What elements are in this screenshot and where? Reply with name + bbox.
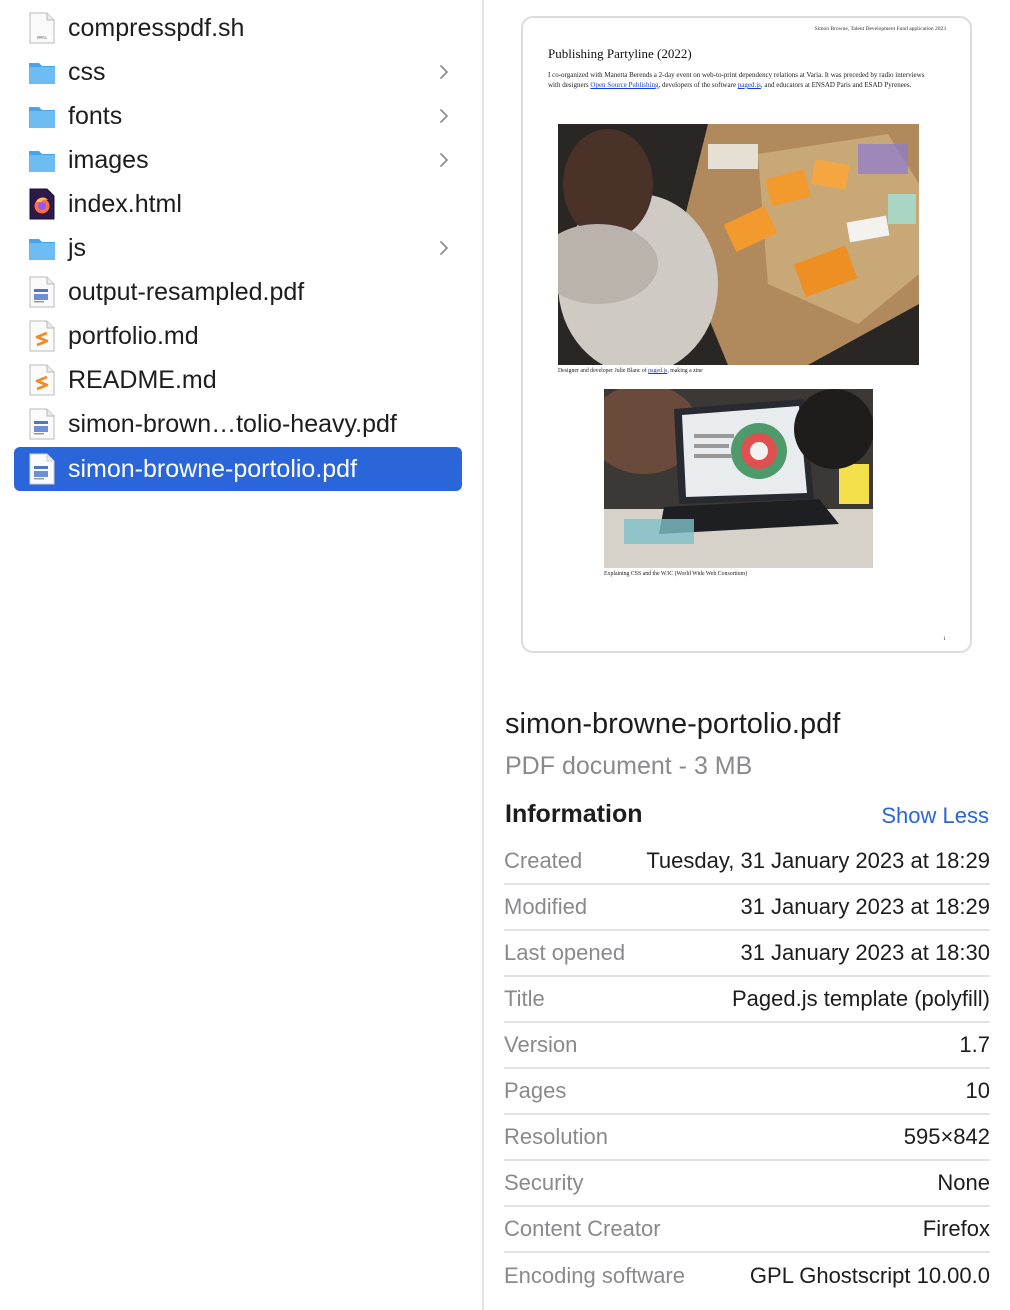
folder-icon (29, 151, 55, 172)
file-name: images (68, 146, 149, 174)
file-name: js (68, 234, 87, 262)
zine-making-photo (558, 124, 919, 365)
file-row-portfolio-heavy-pdf[interactable]: simon-brown…tolio-heavy.pdf (14, 402, 462, 446)
folder-icon (29, 239, 55, 260)
svg-text:SHELL: SHELL (37, 36, 48, 40)
show-less-button[interactable]: Show Less (881, 803, 989, 829)
metadata-key: Encoding software (504, 1263, 685, 1288)
pdf-section-title: Publishing Partyline (2022) (548, 46, 692, 61)
file-row-portolio-pdf-selected[interactable]: simon-browne-portolio.pdf (14, 447, 462, 491)
chevron-right-icon[interactable] (436, 149, 452, 171)
metadata-row-title: Title Paged.js template (polyfill) (504, 977, 990, 1023)
metadata-key: Security (504, 1170, 584, 1195)
file-name: README.md (68, 366, 217, 394)
info-kind-size: PDF document - 3 MB (505, 752, 753, 780)
metadata-value: 595×842 (903, 1124, 990, 1149)
chevron-right-icon[interactable] (436, 237, 452, 259)
metadata-key: Version (504, 1032, 578, 1057)
laptop-presentation-photo (604, 389, 873, 568)
metadata-value: Firefox (922, 1216, 990, 1241)
file-row-portfolio-md[interactable]: portfolio.md (14, 314, 462, 358)
pdf-file-icon (29, 408, 55, 440)
file-row-images[interactable]: images (14, 138, 462, 182)
photo-caption: Designer and developer Julie Blanc of pa… (558, 368, 703, 374)
metadata-row-last-opened: Last opened 31 January 2023 at 18:30 (504, 931, 990, 977)
firefox-html-icon (29, 188, 55, 220)
metadata-value: 1.7 (959, 1032, 990, 1057)
metadata-row-content-creator: Content Creator Firefox (504, 1207, 990, 1253)
metadata-key: Pages (504, 1078, 567, 1103)
metadata-row-created: Created Tuesday, 31 January 2023 at 18:2… (504, 839, 990, 885)
pdf-file-icon (29, 453, 55, 485)
metadata-key: Content Creator (504, 1216, 661, 1241)
metadata-value: 31 January 2023 at 18:30 (740, 940, 990, 965)
metadata-row-resolution: Resolution 595×842 (504, 1115, 990, 1161)
file-name: compresspdf.sh (68, 14, 245, 42)
chevron-right-icon[interactable] (436, 61, 452, 83)
file-name: simon-brown…tolio-heavy.pdf (68, 410, 397, 438)
pdf-link-osp: Open Source Publishing (590, 81, 659, 89)
file-row-css[interactable]: css (14, 50, 462, 94)
file-name: output-resampled.pdf (68, 278, 305, 306)
metadata-value: Tuesday, 31 January 2023 at 18:29 (646, 848, 990, 873)
metadata-value: GPL Ghostscript 10.00.0 (749, 1263, 990, 1288)
metadata-row-security: Security None (504, 1161, 990, 1207)
folder-icon (29, 63, 55, 84)
file-list: SHELL compresspdf.sh css fonts images in… (0, 0, 482, 1310)
metadata-value: None (937, 1170, 990, 1195)
pdf-running-header: Simon Browne, Talent Development Fund ap… (814, 26, 946, 32)
pane-divider[interactable] (482, 0, 484, 1310)
metadata-key: Created (504, 848, 583, 873)
metadata-row-modified: Modified 31 January 2023 at 18:29 (504, 885, 990, 931)
file-name: css (68, 58, 106, 86)
file-name: simon-browne-portolio.pdf (68, 455, 358, 483)
metadata-key: Title (504, 986, 545, 1011)
file-row-js[interactable]: js (14, 226, 462, 270)
file-name: index.html (68, 190, 182, 218)
file-row-output-resampled[interactable]: output-resampled.pdf (14, 270, 462, 314)
file-row-index-html[interactable]: index.html (14, 182, 462, 226)
pdf-paragraph: I co-organized with Manetta Berends a 2-… (548, 71, 925, 89)
file-row-readme-md[interactable]: README.md (14, 358, 462, 402)
metadata-key: Resolution (504, 1124, 608, 1149)
information-heading: Information (505, 800, 643, 828)
pdf-preview[interactable]: Simon Browne, Talent Development Fund ap… (521, 16, 972, 653)
pdf-link-pagedjs: paged.js (737, 81, 761, 89)
file-row-fonts[interactable]: fonts (14, 94, 462, 138)
metadata-value: Paged.js template (polyfill) (731, 986, 990, 1011)
pdf-file-icon (29, 276, 55, 308)
file-row-compresspdf[interactable]: SHELL compresspdf.sh (14, 6, 462, 50)
metadata-table: Created Tuesday, 31 January 2023 at 18:2… (504, 839, 990, 1299)
info-filename: simon-browne-portolio.pdf (505, 708, 841, 740)
metadata-key: Last opened (504, 940, 626, 965)
file-name: fonts (68, 102, 123, 130)
markdown-file-icon (29, 320, 55, 352)
pdf-link-pagedjs: paged.js (648, 368, 668, 374)
photo-caption: Explaining CSS and the W3C (World Wide W… (604, 571, 748, 577)
markdown-file-icon (29, 364, 55, 396)
metadata-key: Modified (504, 894, 588, 919)
metadata-row-pages: Pages 10 (504, 1069, 990, 1115)
folder-icon (29, 107, 55, 128)
metadata-value: 10 (965, 1078, 990, 1103)
metadata-row-encoding-software: Encoding software GPL Ghostscript 10.00.… (504, 1253, 990, 1299)
metadata-row-version: Version 1.7 (504, 1023, 990, 1069)
metadata-value: 31 January 2023 at 18:29 (740, 894, 990, 919)
pdf-page-number: 1 (943, 636, 946, 642)
file-name: portfolio.md (68, 322, 199, 350)
chevron-right-icon[interactable] (436, 105, 452, 127)
shell-script-icon: SHELL (29, 12, 55, 44)
